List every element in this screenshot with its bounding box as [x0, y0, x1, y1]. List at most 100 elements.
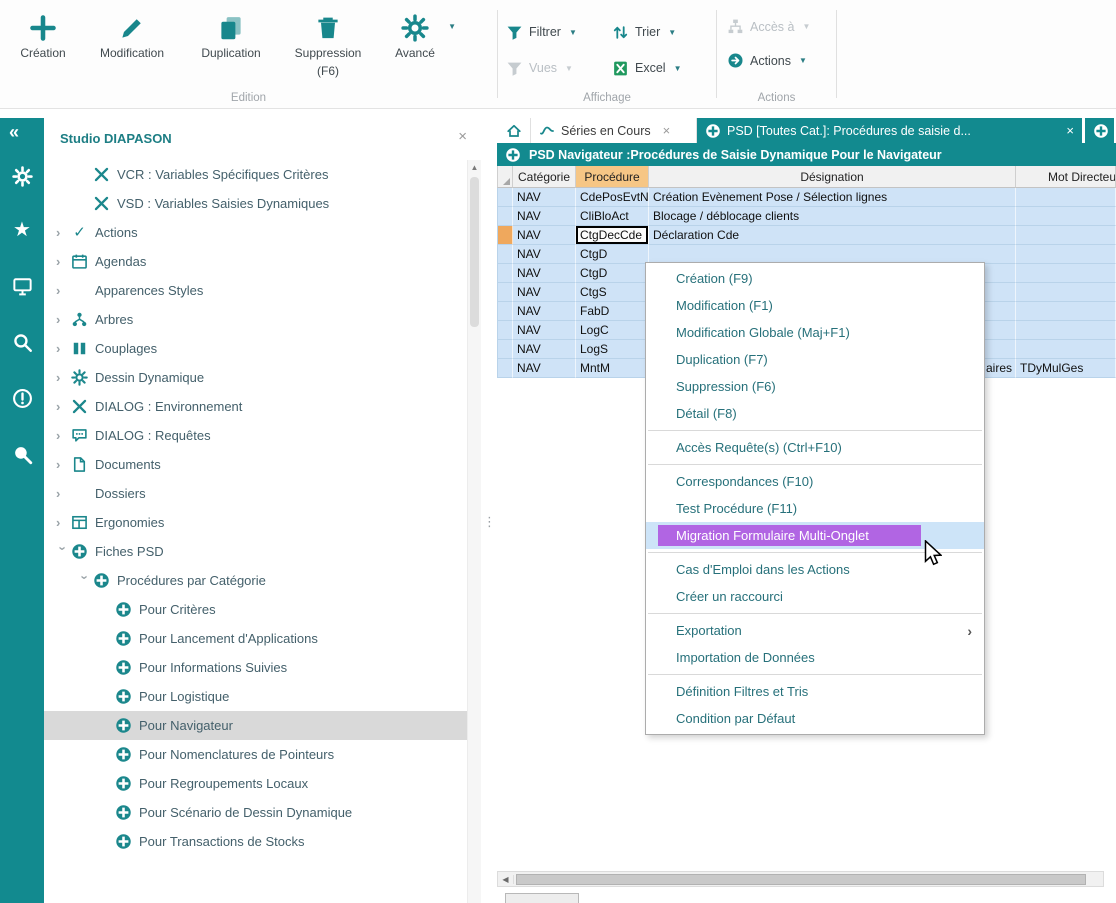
cell-mot-directeur[interactable]: [1016, 188, 1116, 207]
tree-item-agendas[interactable]: ›Agendas: [44, 247, 467, 276]
tab-series-en-cours[interactable]: Séries en Cours ×: [531, 118, 697, 143]
menu-item-modification-globale[interactable]: Modification Globale (Maj+F1): [646, 319, 984, 346]
cell-designation[interactable]: Création Evènement Pose / Sélection lign…: [649, 188, 1016, 207]
menu-item-acces-requetes[interactable]: Accès Requête(s) (Ctrl+F10): [646, 434, 984, 461]
tree-item-vcr[interactable]: ›VCR : Variables Spécifiques Critères: [44, 160, 467, 189]
row-indicator[interactable]: [497, 264, 513, 283]
menu-item-creer-un-raccourci[interactable]: Créer un raccourci: [646, 583, 984, 610]
tree-item-actions[interactable]: ›✓Actions: [44, 218, 467, 247]
cell-mot-directeur[interactable]: [1016, 226, 1116, 245]
alert-icon[interactable]: [0, 388, 44, 414]
excel-button[interactable]: Excel ▼: [612, 60, 712, 77]
horizontal-scrollbar[interactable]: ◀: [497, 871, 1104, 887]
cell-categorie[interactable]: NAV: [513, 302, 576, 321]
cell-procedure[interactable]: CdePosEvtN: [576, 188, 649, 207]
menu-item-importation-de-donnees[interactable]: Importation de Données: [646, 644, 984, 671]
chevron-down-icon[interactable]: ›: [55, 546, 70, 561]
column-header-categorie[interactable]: Catégorie: [513, 166, 576, 188]
chevron-right-icon[interactable]: ›: [56, 283, 71, 298]
tree-item-dessin-dynamique[interactable]: ›Dessin Dynamique: [44, 363, 467, 392]
menu-item-creation[interactable]: Création (F9): [646, 265, 984, 292]
tree-item-arbres[interactable]: ›Arbres: [44, 305, 467, 334]
tab-partial[interactable]: [1085, 118, 1114, 143]
cell-categorie[interactable]: NAV: [513, 264, 576, 283]
tree-item-pour-logistique[interactable]: ›Pour Logistique: [44, 682, 467, 711]
search-circle-icon[interactable]: [0, 444, 44, 470]
collapse-button[interactable]: «: [0, 122, 44, 143]
cell-designation[interactable]: Blocage / déblocage clients: [649, 207, 1016, 226]
row-indicator[interactable]: [497, 245, 513, 264]
creation-button[interactable]: Création: [6, 10, 80, 78]
scroll-left-button[interactable]: ◀: [498, 875, 514, 884]
suppression-button[interactable]: Suppression (F6): [278, 10, 378, 78]
cell-procedure[interactable]: CtgS: [576, 283, 649, 302]
column-header-designation[interactable]: Désignation: [649, 166, 1016, 188]
chevron-right-icon[interactable]: ›: [56, 225, 71, 240]
cell-mot-directeur[interactable]: TDyMulGes: [1016, 359, 1116, 378]
cell-categorie[interactable]: NAV: [513, 340, 576, 359]
menu-item-modification[interactable]: Modification (F1): [646, 292, 984, 319]
table-row[interactable]: NAVCdePosEvtNCréation Evènement Pose / S…: [497, 188, 1116, 207]
cell-categorie[interactable]: NAV: [513, 207, 576, 226]
cell-procedure[interactable]: CtgD: [576, 264, 649, 283]
cell-procedure[interactable]: CliBloAct: [576, 207, 649, 226]
vertical-scrollbar[interactable]: ▲: [467, 160, 481, 903]
cell-procedure-focused[interactable]: CtgDecCde: [576, 226, 649, 245]
cell-designation[interactable]: Déclaration Cde: [649, 226, 1016, 245]
menu-item-definition-filtres-et-tris[interactable]: Définition Filtres et Tris: [646, 678, 984, 705]
cell-procedure[interactable]: MntM: [576, 359, 649, 378]
modification-button[interactable]: Modification: [80, 10, 184, 78]
chevron-down-icon[interactable]: ▼: [448, 22, 456, 31]
cell-mot-directeur[interactable]: [1016, 207, 1116, 226]
table-row-current[interactable]: NAVCtgDecCdeDéclaration Cde: [497, 226, 1116, 245]
chevron-right-icon[interactable]: ›: [56, 486, 71, 501]
tree-item-pour-informations[interactable]: ›Pour Informations Suivies: [44, 653, 467, 682]
menu-item-duplication[interactable]: Duplication (F7): [646, 346, 984, 373]
tree-item-documents[interactable]: ›Documents: [44, 450, 467, 479]
chevron-right-icon[interactable]: ›: [56, 428, 71, 443]
chevron-right-icon[interactable]: ›: [56, 370, 71, 385]
chevron-right-icon[interactable]: ›: [56, 312, 71, 327]
scrollbar-thumb[interactable]: [516, 874, 1086, 885]
close-icon[interactable]: ×: [1066, 123, 1074, 138]
cell-categorie[interactable]: NAV: [513, 359, 576, 378]
chevron-right-icon[interactable]: ›: [56, 399, 71, 414]
settings-icon[interactable]: [0, 166, 44, 192]
cell-procedure[interactable]: FabD: [576, 302, 649, 321]
cell-mot-directeur[interactable]: [1016, 302, 1116, 321]
select-all-corner[interactable]: [497, 166, 513, 188]
tree-item-pour-navigateur[interactable]: ›Pour Navigateur: [44, 711, 467, 740]
avance-button[interactable]: Avancé ▼: [378, 10, 452, 78]
trier-button[interactable]: Trier ▼: [612, 24, 712, 41]
row-indicator[interactable]: [497, 302, 513, 321]
tree-item-pour-transactions[interactable]: ›Pour Transactions de Stocks: [44, 827, 467, 856]
cell-mot-directeur[interactable]: [1016, 245, 1116, 264]
tree-item-procedures-par-categorie[interactable]: ›Procédures par Catégorie: [44, 566, 467, 595]
tree-item-dialog-environnement[interactable]: ›DIALOG : Environnement: [44, 392, 467, 421]
close-icon[interactable]: ×: [458, 128, 467, 145]
tab-home[interactable]: [497, 118, 531, 143]
tree-item-dossiers[interactable]: ›Dossiers: [44, 479, 467, 508]
tree-item-pour-criteres[interactable]: ›Pour Critères: [44, 595, 467, 624]
cell-categorie[interactable]: NAV: [513, 245, 576, 264]
column-header-procedure[interactable]: Procédure: [576, 166, 649, 188]
chevron-right-icon[interactable]: ›: [56, 457, 71, 472]
panel-splitter[interactable]: ⋮⋮: [481, 118, 497, 903]
row-indicator[interactable]: [497, 207, 513, 226]
cell-categorie[interactable]: NAV: [513, 283, 576, 302]
menu-item-suppression[interactable]: Suppression (F6): [646, 373, 984, 400]
actions-button[interactable]: Actions ▼: [727, 52, 810, 69]
cell-mot-directeur[interactable]: [1016, 264, 1116, 283]
scroll-up-button[interactable]: ▲: [468, 163, 481, 172]
tree-item-fiches-psd[interactable]: ›Fiches PSD: [44, 537, 467, 566]
tree-item-pour-regroupements[interactable]: ›Pour Regroupements Locaux: [44, 769, 467, 798]
menu-item-detail[interactable]: Détail (F8): [646, 400, 984, 427]
menu-item-test-procedure[interactable]: Test Procédure (F11): [646, 495, 984, 522]
chevron-right-icon[interactable]: ›: [56, 341, 71, 356]
row-indicator[interactable]: [497, 359, 513, 378]
tree-item-vsd[interactable]: ›VSD : Variables Saisies Dynamiques: [44, 189, 467, 218]
tree-item-apparences-styles[interactable]: ›Apparences Styles: [44, 276, 467, 305]
tab-psd-toutes-cat[interactable]: PSD [Toutes Cat.]: Procédures de saisie …: [697, 118, 1082, 143]
cell-procedure[interactable]: LogS: [576, 340, 649, 359]
scrollbar-thumb[interactable]: [470, 177, 479, 327]
